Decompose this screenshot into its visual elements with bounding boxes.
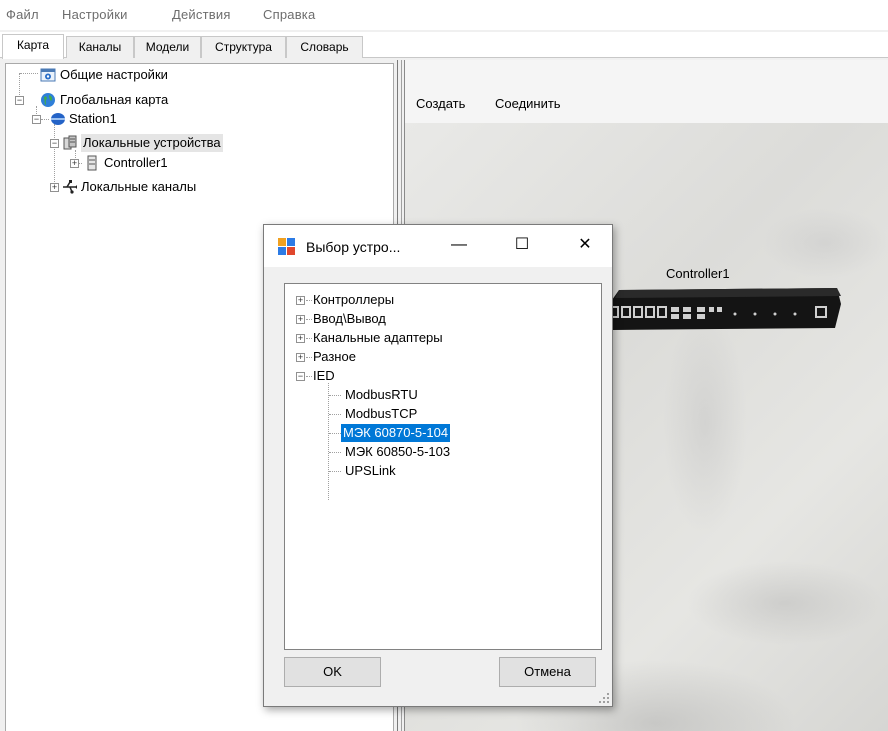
resize-grip-icon[interactable] (598, 692, 610, 704)
tree-label: Локальные устройства (81, 134, 223, 152)
tab-map[interactable]: Карта (2, 34, 64, 59)
controller-icon (87, 155, 97, 171)
device-select-dialog: Выбор устро... — ☐ ✕ + Контроллеры + Вво… (263, 224, 613, 707)
tree-item-misc[interactable]: Разное (313, 348, 356, 366)
tree-connector (54, 124, 55, 184)
menu-settings[interactable]: Настройки (62, 7, 128, 22)
menu-help[interactable]: Справка (263, 7, 315, 22)
tree-connector (41, 119, 49, 120)
tree-item-modbus-rtu[interactable]: ModbusRTU (345, 386, 418, 404)
tree-label: Глобальная карта (60, 92, 169, 107)
create-button[interactable]: Создать (416, 96, 465, 111)
tab-structure[interactable]: Структура (201, 36, 286, 58)
expand-icon[interactable]: + (50, 183, 59, 192)
expand-icon[interactable]: + (70, 159, 79, 168)
tree-item-modbus-tcp[interactable]: ModbusTCP (345, 405, 417, 423)
expand-icon[interactable]: + (296, 315, 305, 324)
tree-item-ied[interactable]: IED (313, 367, 335, 385)
tree-item-channel-adapters[interactable]: Канальные адаптеры (313, 329, 443, 347)
cancel-button[interactable]: Отмена (499, 657, 596, 687)
menu-actions[interactable]: Действия (172, 7, 231, 22)
collapse-icon[interactable]: − (32, 115, 41, 124)
app-icon (278, 238, 295, 255)
controller-device-image[interactable] (605, 286, 841, 331)
expand-icon[interactable]: + (296, 334, 305, 343)
dialog-title: Выбор устро... (306, 239, 401, 255)
expand-icon[interactable]: + (296, 296, 305, 305)
devices-icon (63, 135, 77, 150)
tree-label: Controller1 (104, 155, 168, 170)
menu-file[interactable]: Файл (6, 7, 39, 22)
settings-window-icon (40, 68, 56, 82)
minimize-button[interactable]: — (444, 233, 474, 259)
tree-item-controllers[interactable]: Контроллеры (313, 291, 394, 309)
collapse-icon[interactable]: − (15, 96, 24, 105)
dialog-titlebar[interactable]: Выбор устро... — ☐ ✕ (264, 225, 612, 267)
station-icon (51, 113, 65, 125)
tab-strip: Карта Каналы Модели Структура Словарь (0, 32, 888, 59)
tab-models[interactable]: Модели (134, 36, 201, 58)
map-toolbar: Создать Соединить (405, 60, 888, 123)
tree-label: Station1 (69, 111, 117, 126)
menu-bar: Файл Настройки Действия Справка (0, 0, 888, 30)
globe-icon (41, 93, 55, 107)
device-label: Controller1 (666, 266, 730, 281)
tree-label: Общие настройки (60, 67, 168, 82)
collapse-icon[interactable]: − (296, 372, 305, 381)
tree-item-iec-104-selected[interactable]: МЭК 60870-5-104 (341, 424, 451, 442)
tree-item-io[interactable]: Ввод\Вывод (313, 310, 386, 328)
device-type-tree[interactable]: + Контроллеры + Ввод\Вывод + Канальные а… (284, 283, 602, 650)
tree-item-upslink[interactable]: UPSLink (345, 462, 396, 480)
tree-item-iec-103[interactable]: МЭК 60850-5-103 (345, 443, 450, 461)
tab-dictionary[interactable]: Словарь (286, 36, 363, 58)
maximize-button[interactable]: ☐ (507, 233, 537, 259)
tree-label: Локальные каналы (81, 179, 197, 194)
collapse-icon[interactable]: − (50, 139, 59, 148)
tree-connector (20, 73, 38, 74)
expand-icon[interactable]: + (296, 353, 305, 362)
connect-button[interactable]: Соединить (495, 96, 561, 111)
usb-icon (63, 180, 77, 194)
close-button[interactable]: ✕ (570, 233, 600, 259)
ok-button[interactable]: OK (284, 657, 381, 687)
tab-channels[interactable]: Каналы (66, 36, 134, 58)
